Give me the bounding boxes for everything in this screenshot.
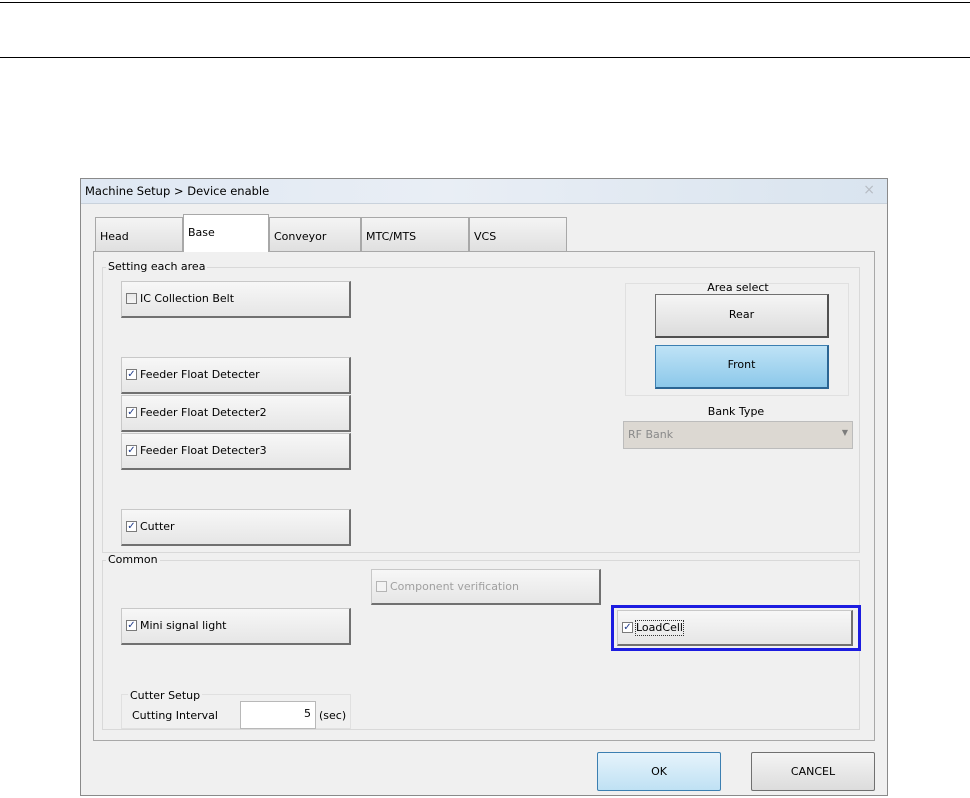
cutter-setup-group: Cutter Setup Cutting Interval 5 (sec) [121, 689, 351, 729]
title-bar: Machine Setup > Device enable × [81, 179, 887, 204]
checkmark-icon: ✓ [126, 407, 137, 418]
ok-button[interactable]: OK [597, 752, 721, 791]
document-rule-bottom [0, 57, 970, 58]
bank-type-select[interactable]: RF Bank ▼ [623, 421, 853, 449]
area-select-title: Area select [707, 281, 769, 294]
ic-collection-belt-checkbox[interactable]: IC Collection Belt [121, 281, 351, 318]
checkbox-label: Feeder Float Detecter2 [140, 406, 267, 419]
rear-button[interactable]: Rear [655, 294, 829, 338]
feeder-float-detecter2-checkbox[interactable]: ✓ Feeder Float Detecter2 [121, 395, 351, 432]
tab-conveyor[interactable]: Conveyor [269, 217, 361, 251]
checkbox-label: Feeder Float Detecter3 [140, 444, 267, 457]
checkmark-icon: ✓ [126, 521, 137, 532]
cutting-interval-label: Cutting Interval [132, 709, 218, 722]
feeder-float-detecter3-checkbox[interactable]: ✓ Feeder Float Detecter3 [121, 433, 351, 470]
checkbox-icon [376, 580, 387, 592]
tab-panel-base: Setting each area IC Collection Belt ✓ F… [93, 251, 875, 741]
checkmark-icon: ✓ [126, 620, 137, 631]
device-enable-dialog: Machine Setup > Device enable × Head Bas… [80, 178, 888, 796]
checkbox-label: LoadCell [635, 619, 684, 636]
checkbox-label: Feeder Float Detecter [140, 368, 260, 381]
tab-label: VCS [474, 230, 497, 243]
feeder-float-detecter-checkbox[interactable]: ✓ Feeder Float Detecter [121, 357, 351, 394]
cutting-interval-input[interactable]: 5 [240, 701, 316, 729]
area-select-group: Area select Rear Front [625, 281, 849, 396]
bank-type-value: RF Bank [628, 428, 674, 441]
checkbox-label: Mini signal light [140, 619, 227, 632]
checkmark-icon: ✓ [126, 445, 137, 456]
checkbox-icon [126, 293, 137, 304]
bank-type-label: Bank Type [707, 405, 765, 418]
mini-signal-light-checkbox[interactable]: ✓ Mini signal light [121, 608, 351, 645]
front-button[interactable]: Front [655, 345, 829, 389]
checkbox-label: IC Collection Belt [140, 292, 235, 305]
tab-label: Base [188, 226, 215, 239]
group-title: Common [106, 553, 160, 566]
checkbox-label: Component verification [390, 579, 520, 593]
dropdown-arrow-icon: ▼ [841, 428, 848, 437]
cancel-button-label: CANCEL [790, 765, 836, 778]
group-title: Cutter Setup [128, 689, 203, 702]
close-icon[interactable]: × [863, 182, 875, 198]
cutter-checkbox[interactable]: ✓ Cutter [121, 509, 351, 546]
checkbox-label: Cutter [140, 520, 175, 533]
ok-button-label: OK [651, 765, 667, 778]
checkmark-icon: ✓ [622, 621, 633, 633]
window-title: Machine Setup > Device enable [85, 184, 270, 198]
loadcell-checkbox[interactable]: ✓ LoadCell [617, 610, 853, 646]
document-rule-top [0, 2, 970, 3]
interval-unit: (sec) [319, 709, 347, 722]
tab-mtc-mts[interactable]: MTC/MTS [361, 217, 469, 251]
tab-base[interactable]: Base [183, 214, 269, 252]
group-title: Setting each area [106, 260, 208, 273]
component-verification-checkbox[interactable]: Component verification [371, 569, 601, 605]
tab-label: Head [100, 230, 129, 243]
front-button-label: Front [727, 358, 756, 371]
tab-head[interactable]: Head [95, 217, 183, 251]
common-group: Common Component verification ✓ Mini sig… [102, 553, 861, 730]
dialog-client: Head Base Conveyor MTC/MTS VCS Setting e… [81, 204, 887, 795]
tab-label: MTC/MTS [366, 230, 417, 243]
setting-each-area-group: Setting each area IC Collection Belt ✓ F… [102, 260, 860, 553]
cancel-button[interactable]: CANCEL [751, 752, 875, 791]
checkmark-icon: ✓ [126, 369, 137, 380]
tab-label: Conveyor [274, 230, 327, 243]
rear-button-label: Rear [728, 308, 755, 321]
tab-vcs[interactable]: VCS [469, 217, 567, 251]
cutting-interval-value: 5 [304, 707, 311, 720]
